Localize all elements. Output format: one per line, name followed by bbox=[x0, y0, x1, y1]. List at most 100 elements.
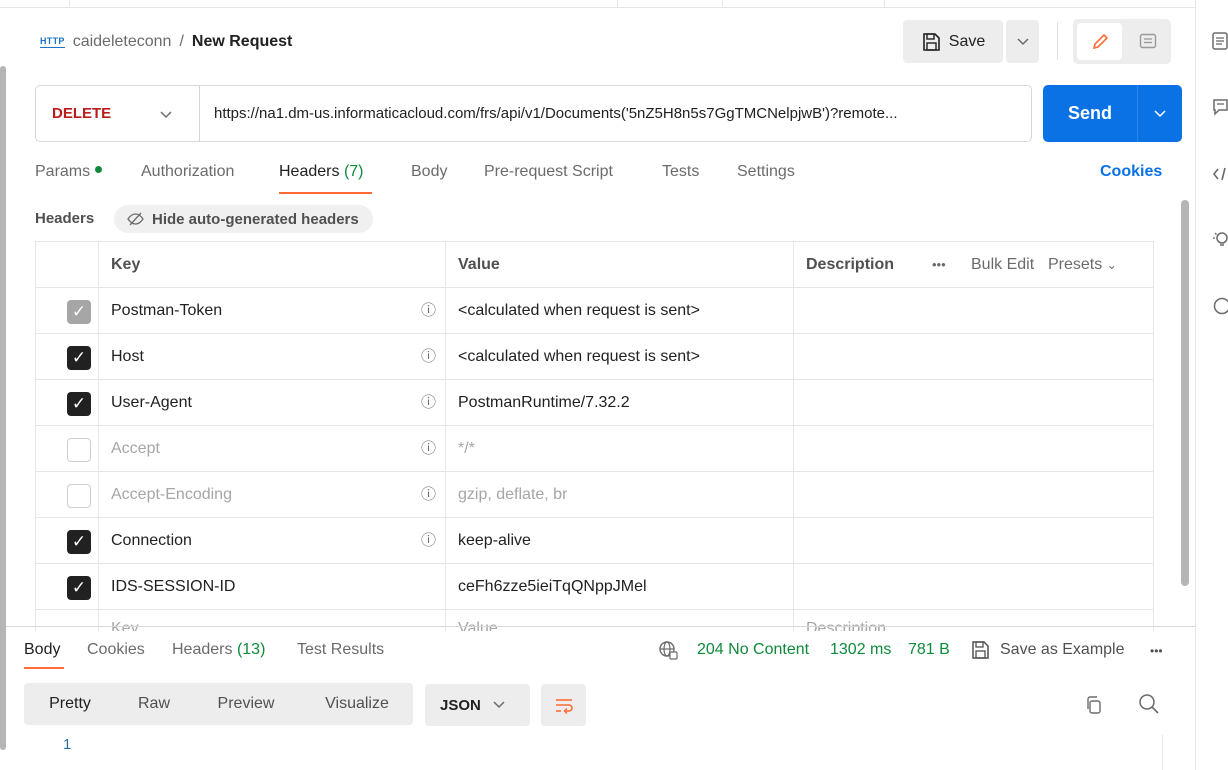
header-key[interactable]: User-Agent bbox=[111, 380, 192, 425]
tab-pre-request-script[interactable]: Pre-request Script bbox=[484, 163, 613, 181]
edit-mode-button[interactable] bbox=[1077, 23, 1122, 60]
info-circle-icon[interactable] bbox=[1212, 297, 1228, 315]
response-size[interactable]: 781 B bbox=[908, 641, 950, 659]
send-options-button[interactable] bbox=[1138, 85, 1182, 142]
documentation-icon[interactable] bbox=[1212, 32, 1228, 50]
request-pane-scrollbar[interactable] bbox=[1181, 200, 1189, 586]
header-key[interactable]: Host bbox=[111, 334, 144, 379]
editor-scroll-edge bbox=[1162, 735, 1163, 770]
header-value[interactable]: gzip, deflate, br bbox=[458, 472, 567, 517]
search-icon[interactable] bbox=[1138, 693, 1160, 721]
header-value[interactable]: keep-alive bbox=[458, 518, 531, 563]
tab-divider bbox=[884, 0, 885, 8]
right-context-bar bbox=[1195, 0, 1228, 770]
more-options-icon[interactable]: ••• bbox=[1150, 644, 1163, 658]
info-icon[interactable]: ⓘ bbox=[421, 426, 436, 471]
tab-count: (13) bbox=[236, 641, 266, 658]
info-icon[interactable]: ⓘ bbox=[421, 380, 436, 425]
status-code[interactable]: 204 No Content bbox=[697, 641, 809, 659]
more-options-icon[interactable]: ••• bbox=[932, 242, 946, 287]
response-tab-test-results[interactable]: Test Results bbox=[297, 641, 384, 659]
header-key[interactable]: IDS-SESSION-ID bbox=[111, 564, 235, 609]
bulk-edit-button[interactable]: Bulk Edit bbox=[971, 242, 1034, 287]
row-checkbox[interactable]: ✓ bbox=[67, 346, 91, 370]
info-icon[interactable]: ⓘ bbox=[421, 334, 436, 379]
pencil-icon bbox=[1092, 33, 1108, 49]
comments-icon[interactable] bbox=[1212, 98, 1228, 116]
header-value[interactable]: PostmanRuntime/7.32.2 bbox=[458, 380, 630, 425]
header-key[interactable]: Connection bbox=[111, 518, 192, 563]
format-raw[interactable]: Raw bbox=[120, 687, 188, 721]
comment-icon bbox=[1139, 33, 1157, 48]
header-value[interactable]: ceFh6zze5ieiTqQNppJMel bbox=[458, 564, 647, 609]
new-value-input[interactable]: Value bbox=[458, 606, 498, 631]
line-number: 1 bbox=[63, 736, 72, 753]
response-tab-cookies[interactable]: Cookies bbox=[87, 641, 145, 659]
info-icon[interactable]: ⓘ bbox=[421, 518, 436, 563]
new-key-input[interactable]: Key bbox=[111, 606, 139, 631]
presets-dropdown[interactable]: Presets ⌄ bbox=[1048, 242, 1117, 287]
column-header-value: Value bbox=[458, 256, 500, 273]
table-row: Accept ⓘ */* bbox=[36, 426, 1153, 472]
table-row: ✓ Postman-Token ⓘ <calculated when reque… bbox=[36, 288, 1153, 334]
active-tab-indicator bbox=[24, 667, 64, 669]
comment-mode-button[interactable] bbox=[1129, 23, 1167, 60]
header-key[interactable]: Accept-Encoding bbox=[111, 472, 232, 517]
tab-authorization[interactable]: Authorization bbox=[141, 163, 234, 181]
format-visualize[interactable]: Visualize bbox=[307, 687, 407, 721]
row-checkbox[interactable]: ✓ bbox=[67, 392, 91, 416]
toolbar-divider bbox=[1057, 22, 1058, 60]
header-value[interactable]: <calculated when request is sent> bbox=[458, 334, 700, 379]
header-value[interactable]: */* bbox=[458, 426, 475, 471]
tab-label: Pre-request Script bbox=[484, 163, 613, 180]
chevron-down-icon[interactable] bbox=[160, 106, 172, 122]
header-key[interactable]: Accept bbox=[111, 426, 160, 471]
globe-network-icon[interactable] bbox=[658, 640, 678, 665]
tab-count: (7) bbox=[343, 163, 364, 180]
wrap-lines-button[interactable] bbox=[541, 684, 586, 726]
response-tab-body[interactable]: Body bbox=[24, 641, 60, 659]
save-options-button[interactable] bbox=[1006, 20, 1039, 63]
tab-tests[interactable]: Tests bbox=[662, 163, 699, 181]
row-checkbox[interactable] bbox=[67, 484, 91, 508]
table-row: ✓ Host ⓘ <calculated when request is sen… bbox=[36, 334, 1153, 380]
response-tab-headers[interactable]: Headers (13) bbox=[172, 641, 265, 659]
info-icon[interactable]: ⓘ bbox=[421, 288, 436, 333]
hide-auto-headers-toggle[interactable]: Hide auto-generated headers bbox=[114, 205, 373, 233]
header-value[interactable]: <calculated when request is sent> bbox=[458, 288, 700, 333]
send-button[interactable]: Send bbox=[1043, 85, 1182, 142]
info-icon[interactable]: ⓘ bbox=[421, 472, 436, 517]
tab-settings[interactable]: Settings bbox=[737, 163, 795, 181]
row-checkbox[interactable] bbox=[67, 438, 91, 462]
format-pretty[interactable]: Pretty bbox=[28, 687, 112, 721]
url-input[interactable]: https://na1.dm-us.informaticacloud.com/f… bbox=[214, 86, 1026, 141]
send-label: Send bbox=[1067, 103, 1112, 123]
left-scrollbar[interactable] bbox=[0, 66, 6, 750]
response-pane-divider[interactable] bbox=[6, 626, 1195, 627]
cookies-link[interactable]: Cookies bbox=[1100, 163, 1162, 181]
copy-icon[interactable] bbox=[1085, 695, 1103, 720]
presets-label: Presets bbox=[1048, 256, 1103, 273]
code-icon[interactable] bbox=[1212, 165, 1228, 183]
save-as-example-button[interactable]: Save as Example bbox=[1000, 641, 1125, 659]
breadcrumb-collection[interactable]: caideleteconn bbox=[73, 33, 172, 51]
lightbulb-icon[interactable] bbox=[1212, 230, 1228, 248]
headers-section-label: Headers bbox=[35, 210, 95, 227]
response-time[interactable]: 1302 ms bbox=[830, 641, 891, 659]
row-checkbox[interactable]: ✓ bbox=[67, 530, 91, 554]
new-description-input[interactable]: Description bbox=[806, 606, 886, 631]
row-checkbox[interactable]: ✓ bbox=[67, 300, 91, 324]
save-button[interactable]: Save bbox=[903, 20, 1003, 63]
url-divider bbox=[199, 86, 200, 141]
language-select[interactable]: JSON bbox=[425, 684, 530, 726]
request-name[interactable]: New Request bbox=[192, 33, 292, 51]
http-method-select[interactable]: DELETE bbox=[52, 86, 111, 141]
format-preview[interactable]: Preview bbox=[200, 687, 292, 721]
language-label: JSON bbox=[440, 696, 481, 714]
tab-headers[interactable]: Headers (7) bbox=[279, 163, 364, 181]
header-key[interactable]: Postman-Token bbox=[111, 288, 222, 333]
row-checkbox[interactable]: ✓ bbox=[67, 576, 91, 600]
tab-params[interactable]: Params bbox=[35, 163, 103, 181]
tab-body[interactable]: Body bbox=[411, 163, 447, 181]
breadcrumb-separator: / bbox=[179, 33, 184, 50]
